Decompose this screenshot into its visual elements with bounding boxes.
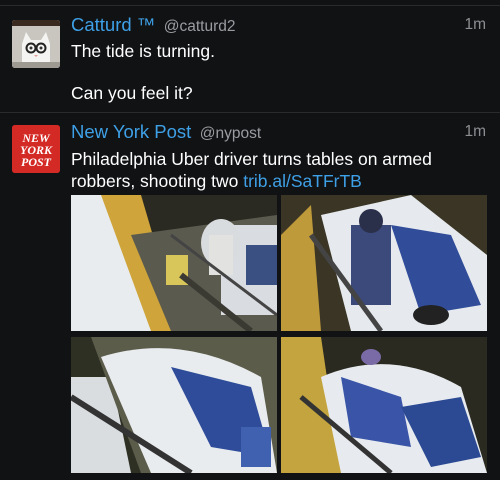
tweet-link[interactable]: trib.al/SaTFrTB	[243, 171, 362, 191]
photo-1[interactable]	[71, 195, 277, 331]
timestamp: 1m	[464, 123, 486, 140]
tweet-header: New York Post @nypost 1m	[71, 121, 486, 145]
tweet-header: Catturd ™ @catturd2 1m	[71, 14, 486, 38]
tweet-text-line-2: Can you feel it?	[71, 83, 193, 103]
avatar[interactable]	[12, 20, 60, 68]
photo-2[interactable]	[281, 195, 487, 331]
tweet-text: Philadelphia Uber driver turns tables on…	[71, 148, 486, 192]
photo-grid	[71, 195, 487, 473]
nypost-logo-icon: NEW YORK POST	[12, 125, 60, 173]
display-name[interactable]: Catturd ™	[71, 14, 155, 35]
handle[interactable]: @nypost	[200, 125, 261, 142]
display-name[interactable]: New York Post	[71, 121, 191, 142]
photo-3[interactable]	[71, 337, 277, 473]
cat-avatar-icon	[12, 20, 60, 68]
avatar[interactable]: NEW YORK POST	[12, 125, 60, 173]
svg-text:POST: POST	[21, 155, 52, 169]
tweet-catturd[interactable]: Catturd ™ @catturd2 1m The tide is turni…	[0, 6, 500, 112]
tweet-text-line-1: The tide is turning.	[71, 41, 215, 61]
tweet-nypost[interactable]: NEW YORK POST New York Post @nypost 1m P…	[0, 113, 500, 480]
photo-4[interactable]	[281, 337, 487, 473]
timestamp: 1m	[464, 16, 486, 33]
handle[interactable]: @catturd2	[164, 18, 236, 35]
